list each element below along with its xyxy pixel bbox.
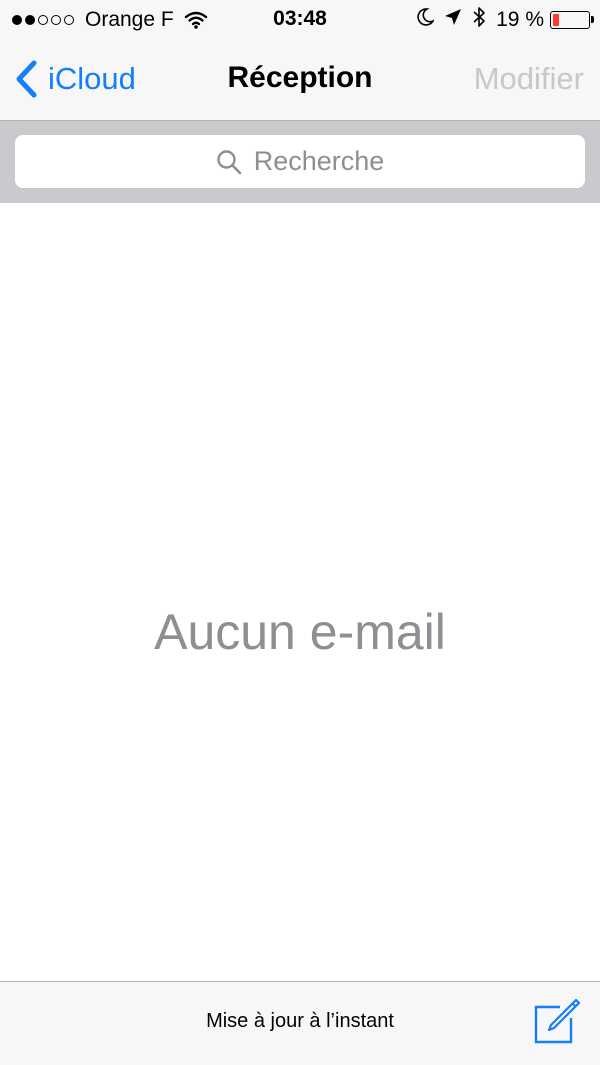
message-list: Aucun e-mail: [0, 203, 600, 981]
moon-icon: [416, 7, 436, 33]
battery-percentage: 19 %: [496, 8, 544, 31]
update-status: Mise à jour à l’instant: [206, 1010, 394, 1032]
mail-inbox-screen: Orange F 03:48 19 % iCloud Réception Mod…: [0, 0, 600, 1065]
bottom-toolbar: Mise à jour à l’instant: [0, 981, 600, 1065]
search-input[interactable]: Recherche: [15, 135, 585, 188]
compose-icon: [534, 998, 581, 1044]
bluetooth-icon: [472, 6, 486, 34]
location-arrow-icon: [444, 8, 462, 32]
search-icon: [217, 149, 242, 174]
status-bar: Orange F 03:48 19 %: [0, 0, 600, 40]
status-right: 19 %: [416, 6, 594, 34]
search-placeholder: Recherche: [253, 146, 385, 176]
battery-level: [553, 14, 559, 26]
navigation-bar: iCloud Réception Modifier: [0, 40, 600, 120]
battery-icon: [550, 11, 594, 29]
empty-state-message: Aucun e-mail: [154, 604, 446, 660]
compose-button[interactable]: [532, 998, 581, 1046]
search-bar: Recherche: [0, 120, 600, 203]
edit-button[interactable]: Modifier: [474, 61, 584, 97]
